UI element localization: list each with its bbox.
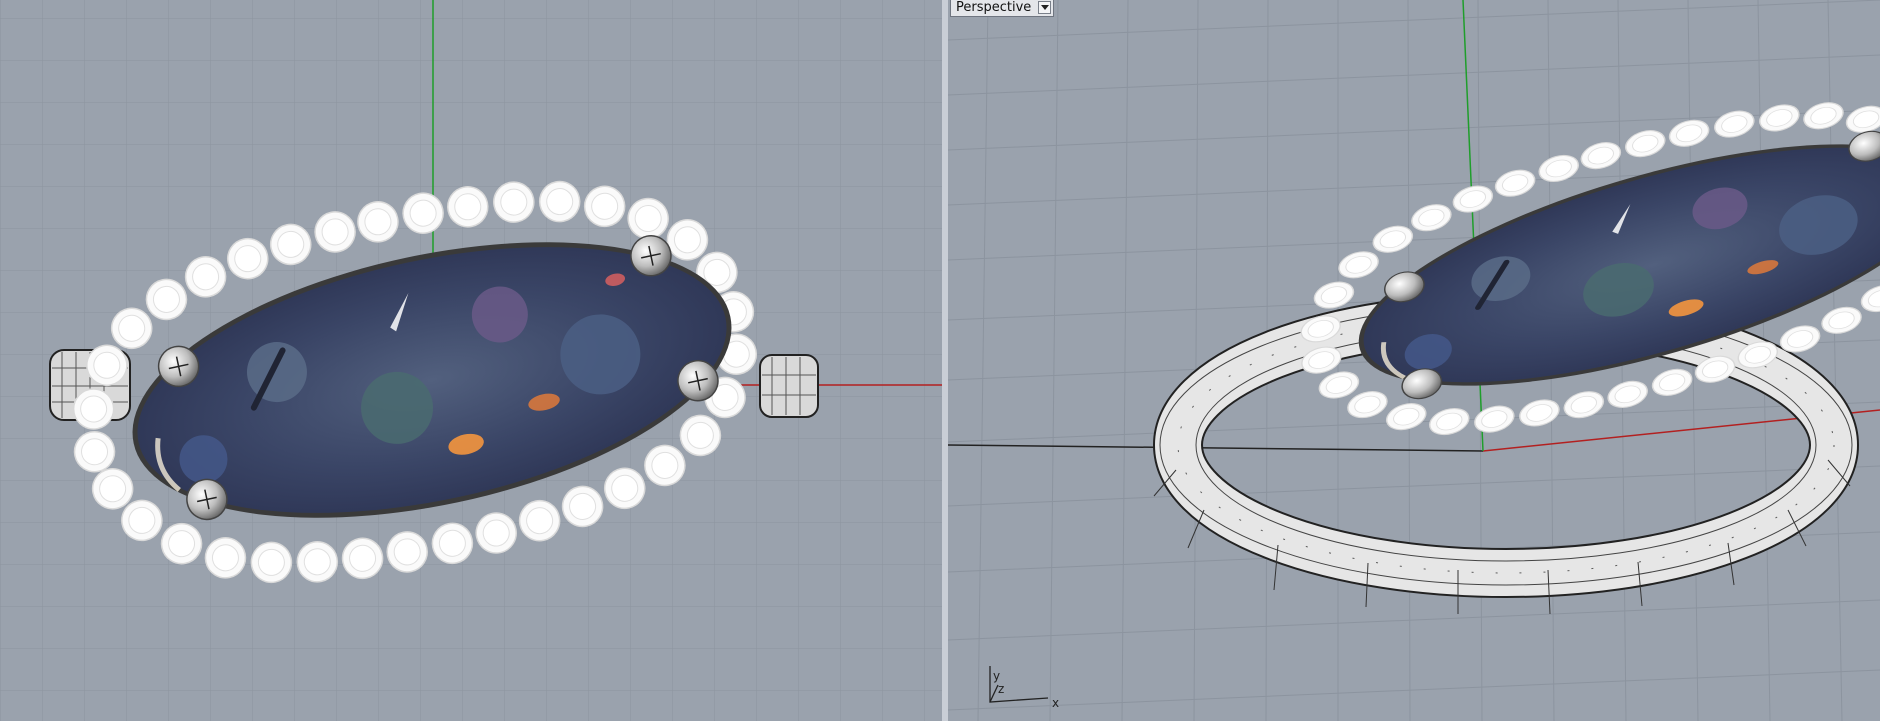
axis-label-z: z — [998, 682, 1004, 696]
viewport-title-tab[interactable]: Perspective — [950, 0, 1055, 17]
viewport-menu-arrow-icon[interactable] — [1038, 1, 1052, 14]
axis-label-x: x — [1052, 696, 1059, 710]
viewport-perspective[interactable]: y z x Perspective — [948, 0, 1880, 721]
axis-label-y: y — [993, 669, 1000, 683]
rhino-workspace: y z x Perspective — [0, 0, 1880, 721]
ring-shank-right[interactable] — [759, 354, 819, 418]
viewport-top[interactable] — [0, 0, 942, 721]
top-view-canvas[interactable] — [0, 0, 942, 721]
perspective-view-canvas[interactable]: y z x — [948, 0, 1880, 721]
viewport-title-label: Perspective — [956, 0, 1032, 15]
